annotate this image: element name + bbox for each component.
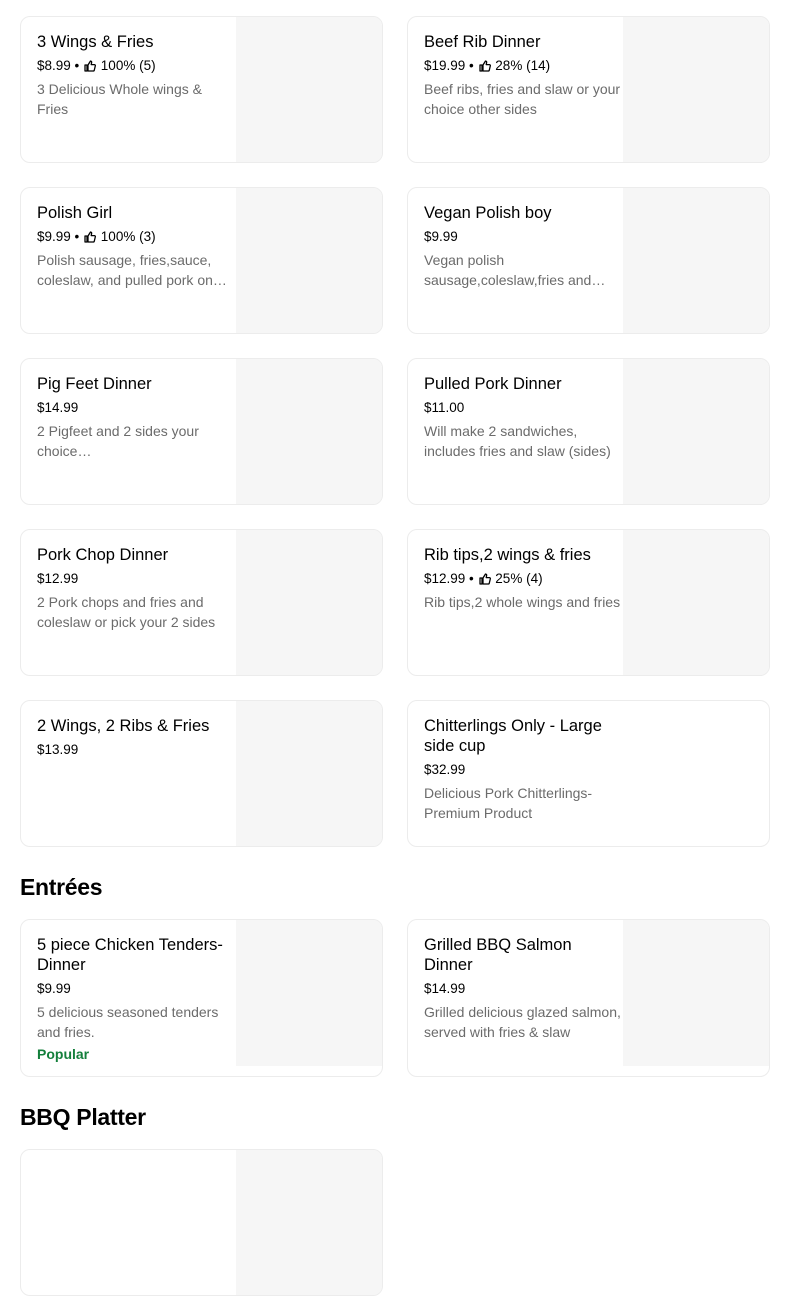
menu-item-meta: $12.99 • 25% (4)	[424, 571, 543, 586]
menu-item-title: Beef Rib Dinner	[424, 33, 541, 51]
menu-item-price: $19.99	[424, 58, 466, 73]
menu-item-card[interactable]: Pulled Pork Dinner $11.00 Will make 2 sa…	[407, 358, 770, 505]
menu-item-meta: $11.00	[424, 399, 622, 417]
menu-item-title: Vegan Polish boy	[424, 204, 552, 222]
menu-item-info: Polish Girl $9.99 • 100% (3) Polish saus…	[37, 188, 235, 290]
menu-item-image	[236, 359, 382, 504]
menu-item-image	[236, 1150, 382, 1295]
menu-item-info: Pig Feet Dinner $14.99 2 Pigfeet and 2 s…	[37, 359, 235, 461]
menu-item-price: $8.99	[37, 58, 71, 73]
menu-item-meta: $14.99	[37, 399, 235, 417]
menu-item-meta: $9.99	[424, 228, 622, 246]
menu-item-title: Pork Chop Dinner	[37, 546, 169, 564]
menu-item-image	[236, 17, 382, 162]
menu-item-rating: 25% (4)	[495, 571, 543, 586]
menu-item-card[interactable]: Beef Rib Dinner $19.99 • 28% (14) Beef r…	[407, 16, 770, 163]
menu-item-title: Pulled Pork Dinner	[424, 375, 562, 393]
menu-item-info: 2 Wings, 2 Ribs & Fries $13.99	[37, 701, 235, 759]
menu-item-image	[236, 701, 382, 846]
thumbs-up-icon	[478, 60, 491, 72]
menu-item-price: $12.99	[424, 571, 466, 586]
menu-item-meta: $9.99 • 100% (3)	[37, 229, 156, 244]
menu-item-price: $32.99	[424, 762, 466, 777]
menu-item-price: $9.99	[424, 229, 458, 244]
menu-item-info: Chitterlings Only - Large side cup $32.9…	[424, 701, 622, 823]
menu-item-card[interactable]: Grilled BBQ Salmon Dinner $14.99 Grilled…	[407, 919, 770, 1077]
thumbs-up-icon	[84, 60, 97, 72]
menu-item-card[interactable]: 5 piece Chicken Tenders- Dinner $9.99 5 …	[20, 919, 383, 1077]
menu-item-image	[623, 920, 769, 1066]
menu-item-meta: $13.99	[37, 741, 235, 759]
menu-item-description: 2 Pigfeet and 2 sides your choice…	[37, 423, 199, 459]
thumbs-up-icon	[84, 231, 97, 243]
menu-item-info: Pulled Pork Dinner $11.00 Will make 2 sa…	[424, 359, 622, 461]
menu-item-price: $13.99	[37, 742, 79, 757]
menu-item-info: Pork Chop Dinner $12.99 2 Pork chops and…	[37, 530, 235, 632]
menu-item-rating: 100% (3)	[100, 229, 156, 244]
menu-item-price: $11.00	[424, 400, 465, 415]
menu-item-description: Rib tips,2 whole wings and fries	[424, 594, 621, 610]
menu-item-card[interactable]: Chitterlings Only - Large side cup $32.9…	[407, 700, 770, 847]
menu-item-meta: $9.99	[37, 980, 235, 998]
menu-item-title: Polish Girl	[37, 204, 113, 222]
menu-item-card[interactable]: Polish Girl $9.99 • 100% (3) Polish saus…	[20, 187, 383, 334]
menu-item-meta: $32.99	[424, 761, 622, 779]
popular-badge: Popular	[37, 1046, 90, 1062]
menu-item-info: Vegan Polish boy $9.99 Vegan polish saus…	[424, 188, 622, 290]
menu-item-card[interactable]: Rib tips,2 wings & fries $12.99 • 25% (4…	[407, 529, 770, 676]
menu-item-card[interactable]: 3 Wings & Fries $8.99 • 100% (5) 3 Delic…	[20, 16, 383, 163]
menu-item-description: Polish sausage, fries,sauce, coleslaw, a…	[37, 252, 213, 288]
menu-item-meta: $12.99	[37, 570, 235, 588]
thumbs-up-icon	[478, 573, 491, 585]
menu-item-title: Grilled BBQ Salmon Dinner	[424, 936, 572, 974]
menu-item-price: $12.99	[37, 571, 79, 586]
menu-item-title: 5 piece Chicken Tenders- Dinner	[37, 936, 223, 974]
menu-item-card[interactable]: 2 Wings, 2 Ribs & Fries $13.99	[20, 700, 383, 847]
menu-item-price: $14.99	[424, 981, 466, 996]
menu-item-rating: 100% (5)	[100, 58, 156, 73]
menu-item-card[interactable]	[20, 1149, 383, 1296]
menu-item-info: 5 piece Chicken Tenders- Dinner $9.99 5 …	[37, 920, 235, 1064]
menu-item-price: $9.99	[37, 981, 71, 996]
menu-item-image	[236, 530, 382, 675]
menu-item-image	[623, 359, 769, 504]
menu-item-info: Beef Rib Dinner $19.99 • 28% (14) Beef r…	[424, 17, 622, 119]
menu-item-description: Delicious Pork Chitterlings-Premium Prod…	[424, 785, 593, 821]
menu-item-price: $14.99	[37, 400, 79, 415]
section-heading-bbq-platter: BBQ Platter	[20, 1104, 146, 1130]
menu-item-image	[623, 188, 769, 333]
menu-item-title: Pig Feet Dinner	[37, 375, 152, 393]
section-heading-entrees: Entrées	[20, 874, 103, 900]
menu-item-info: Grilled BBQ Salmon Dinner $14.99 Grilled…	[424, 920, 622, 1042]
menu-item-card[interactable]: Pork Chop Dinner $12.99 2 Pork chops and…	[20, 529, 383, 676]
menu-item-rating: 28% (14)	[495, 58, 551, 73]
menu-item-description: Beef ribs, fries and slaw or your choice…	[424, 81, 621, 117]
menu-item-info: 3 Wings & Fries $8.99 • 100% (5) 3 Delic…	[37, 17, 235, 119]
menu-item-description: 5 delicious seasoned tenders and fries.	[37, 1004, 219, 1040]
menu-item-description: Vegan polish sausage,coleslaw,fries and …	[424, 252, 592, 288]
menu-item-meta: $19.99 • 28% (14)	[424, 58, 551, 73]
menu-item-image	[623, 530, 769, 675]
menu-item-title: Rib tips,2 wings & fries	[424, 546, 591, 564]
menu-item-meta: $14.99	[424, 980, 622, 998]
menu-item-price: $9.99	[37, 229, 71, 244]
menu-item-description: 3 Delicious Whole wings & Fries	[37, 81, 202, 117]
menu-item-description: Grilled delicious glazed salmon, served …	[424, 1004, 621, 1040]
menu-item-meta: $8.99 • 100% (5)	[37, 58, 156, 73]
menu-item-image	[236, 188, 382, 333]
menu-item-image	[623, 17, 769, 162]
menu-item-info: Rib tips,2 wings & fries $12.99 • 25% (4…	[424, 530, 622, 612]
menu-item-description: 2 Pork chops and fries and coleslaw or p…	[37, 594, 216, 630]
menu-item-image	[236, 920, 382, 1066]
menu-item-card[interactable]: Pig Feet Dinner $14.99 2 Pigfeet and 2 s…	[20, 358, 383, 505]
menu-item-description: Will make 2 sandwiches, includes fries a…	[424, 423, 611, 459]
menu-item-title: Chitterlings Only - Large side cup	[424, 717, 602, 755]
menu-item-title: 2 Wings, 2 Ribs & Fries	[37, 717, 210, 735]
menu-item-title: 3 Wings & Fries	[37, 33, 154, 51]
menu-item-card[interactable]: Vegan Polish boy $9.99 Vegan polish saus…	[407, 187, 770, 334]
